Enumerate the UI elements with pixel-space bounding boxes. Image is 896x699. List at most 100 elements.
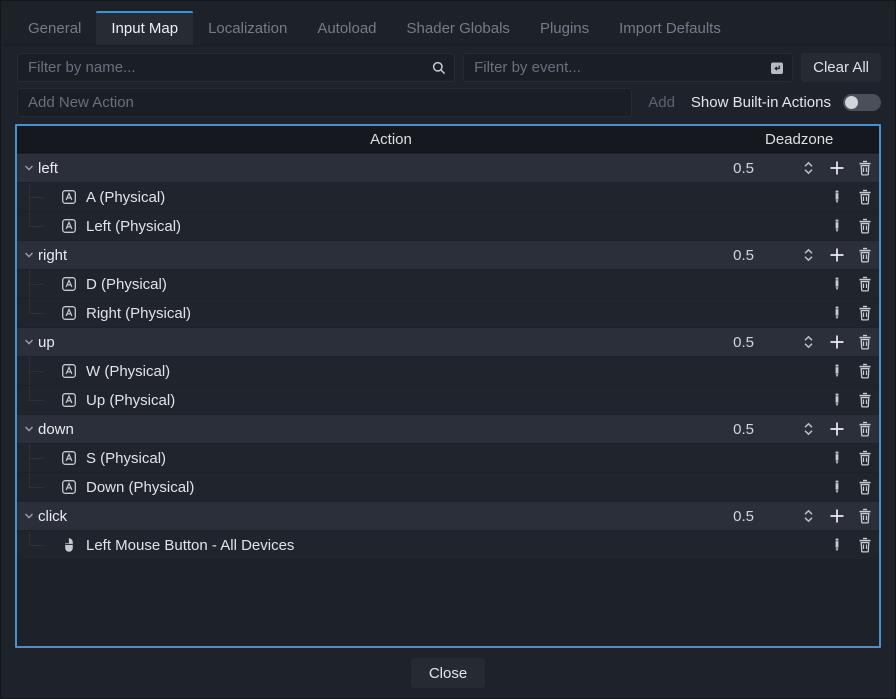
tab-import-defaults[interactable]: Import Defaults (604, 11, 736, 45)
tab-autoload[interactable]: Autoload (302, 11, 391, 45)
chevron-down-icon[interactable] (23, 161, 38, 175)
edit-event-button[interactable] (828, 304, 846, 322)
edit-event-button[interactable] (828, 275, 846, 293)
event-row[interactable]: Up (Physical) (17, 386, 879, 414)
event-label: Left (Physical) (86, 217, 182, 235)
action-name: left (38, 159, 59, 177)
delete-event-button[interactable] (856, 536, 874, 554)
action-row[interactable]: right 0.5 (17, 241, 879, 269)
action-row[interactable]: down 0.5 (17, 415, 879, 443)
event-row[interactable]: Left Mouse Button - All Devices (17, 531, 879, 559)
event-row[interactable]: W (Physical) (17, 357, 879, 385)
edit-event-button[interactable] (828, 391, 846, 409)
event-label: Right (Physical) (86, 304, 192, 322)
delete-event-button[interactable] (856, 362, 874, 380)
delete-event-button[interactable] (856, 188, 874, 206)
tab-shader-globals[interactable]: Shader Globals (392, 11, 525, 45)
dialog-footer: Close (1, 648, 895, 698)
close-button[interactable]: Close (411, 658, 485, 688)
delete-action-button[interactable] (856, 420, 874, 438)
delete-event-button[interactable] (856, 449, 874, 467)
filter-row: Clear All (1, 46, 895, 82)
deadzone-column-header[interactable]: Deadzone (765, 131, 833, 148)
action-name: right (38, 246, 68, 264)
edit-event-button[interactable] (828, 536, 846, 554)
tab-input-map[interactable]: Input Map (96, 11, 194, 45)
delete-action-button[interactable] (856, 333, 874, 351)
add-action-field[interactable] (18, 94, 632, 111)
delete-event-button[interactable] (856, 304, 874, 322)
delete-event-button[interactable] (856, 217, 874, 235)
keyboard-icon (61, 392, 77, 408)
deadzone-value[interactable]: 0.5 (714, 160, 754, 177)
tab-general[interactable]: General (13, 11, 96, 45)
add-event-button[interactable] (828, 159, 846, 177)
add-event-button[interactable] (828, 420, 846, 438)
filter-by-name-input[interactable] (17, 53, 456, 82)
mouse-icon (61, 537, 77, 553)
delete-action-button[interactable] (856, 246, 874, 264)
delete-event-button[interactable] (856, 391, 874, 409)
action-row[interactable]: click 0.5 (17, 502, 879, 530)
keyboard-icon (61, 479, 77, 495)
deadzone-value[interactable]: 0.5 (714, 247, 754, 264)
deadzone-spinner-icon[interactable] (800, 333, 816, 351)
event-label: Down (Physical) (86, 478, 195, 496)
keyboard-icon (61, 363, 77, 379)
add-new-action-input[interactable] (17, 88, 633, 117)
add-event-button[interactable] (828, 246, 846, 264)
filter-name-field[interactable] (18, 59, 455, 76)
keyboard-icon (61, 218, 77, 234)
edit-event-button[interactable] (828, 478, 846, 496)
delete-event-button[interactable] (856, 275, 874, 293)
delete-action-button[interactable] (856, 507, 874, 525)
settings-tabbar: General Input Map Localization Autoload Shad… (1, 1, 895, 46)
deadzone-value[interactable]: 0.5 (714, 421, 754, 438)
delete-event-button[interactable] (856, 478, 874, 496)
action-row[interactable]: left 0.5 (17, 154, 879, 182)
tree-guide (17, 357, 61, 385)
event-row[interactable]: D (Physical) (17, 270, 879, 298)
tree-guide (17, 444, 61, 472)
filter-event-field[interactable] (464, 59, 793, 76)
action-row[interactable]: up 0.5 (17, 328, 879, 356)
add-event-button[interactable] (828, 333, 846, 351)
edit-event-button[interactable] (828, 217, 846, 235)
add-button[interactable]: Add (644, 94, 679, 111)
show-builtin-actions-toggle[interactable] (843, 94, 881, 111)
tab-plugins[interactable]: Plugins (525, 11, 604, 45)
deadzone-spinner-icon[interactable] (800, 159, 816, 177)
event-row[interactable]: Left (Physical) (17, 212, 879, 240)
edit-event-button[interactable] (828, 449, 846, 467)
add-event-button[interactable] (828, 507, 846, 525)
event-row[interactable]: Down (Physical) (17, 473, 879, 501)
edit-event-button[interactable] (828, 188, 846, 206)
deadzone-spinner-icon[interactable] (800, 420, 816, 438)
tree-guide (17, 212, 61, 240)
project-settings-dialog: General Input Map Localization Autoload Shad… (0, 0, 896, 699)
chevron-down-icon[interactable] (23, 248, 38, 262)
deadzone-spinner-icon[interactable] (800, 246, 816, 264)
tree-rows: left 0.5 A (Physical) Left (Physical) right 0… (17, 153, 879, 646)
action-name: click (38, 507, 68, 525)
event-row[interactable]: A (Physical) (17, 183, 879, 211)
edit-event-button[interactable] (828, 362, 846, 380)
tab-localization[interactable]: Localization (193, 11, 302, 45)
chevron-down-icon[interactable] (23, 335, 38, 349)
chevron-down-icon[interactable] (23, 509, 38, 523)
tree-header: Action Deadzone (17, 126, 879, 153)
event-row[interactable]: S (Physical) (17, 444, 879, 472)
tree-guide (17, 531, 61, 559)
deadzone-value[interactable]: 0.5 (714, 334, 754, 351)
event-label: Left Mouse Button - All Devices (86, 536, 295, 554)
deadzone-spinner-icon[interactable] (800, 507, 816, 525)
event-row[interactable]: Right (Physical) (17, 299, 879, 327)
keyboard-icon (61, 305, 77, 321)
action-name: up (38, 333, 55, 351)
filter-by-event-input[interactable] (463, 53, 794, 82)
delete-action-button[interactable] (856, 159, 874, 177)
deadzone-value[interactable]: 0.5 (714, 508, 754, 525)
action-column-header[interactable]: Action (17, 131, 765, 148)
chevron-down-icon[interactable] (23, 422, 38, 436)
clear-all-button[interactable]: Clear All (801, 53, 881, 82)
